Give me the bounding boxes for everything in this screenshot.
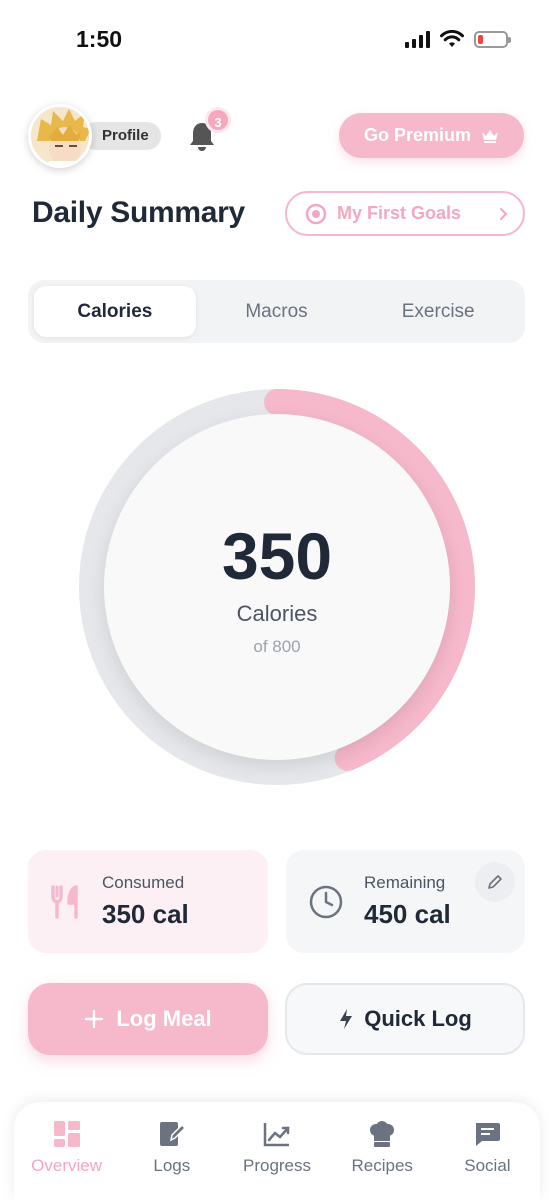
tab-calories[interactable]: Calories bbox=[34, 286, 196, 337]
avatar[interactable] bbox=[28, 104, 92, 168]
nav-logs[interactable]: Logs bbox=[119, 1120, 224, 1200]
nav-overview[interactable]: Overview bbox=[14, 1120, 119, 1200]
tab-macros[interactable]: Macros bbox=[196, 286, 358, 337]
nav-progress-label: Progress bbox=[242, 1156, 312, 1175]
chart-icon bbox=[263, 1123, 290, 1147]
calorie-progress-ring: 350 Calories of 800 bbox=[78, 388, 476, 786]
crown-icon bbox=[482, 129, 499, 143]
chef-hat-icon bbox=[370, 1121, 395, 1147]
dashboard-icon bbox=[53, 1121, 80, 1147]
notebook-pen-icon bbox=[159, 1122, 186, 1146]
battery-icon bbox=[474, 30, 511, 48]
summary-tabs: Calories Macros Exercise bbox=[28, 280, 525, 343]
nav-social-label: Social bbox=[464, 1156, 511, 1175]
nav-overview-label: Overview bbox=[31, 1156, 103, 1175]
fork-knife-icon bbox=[51, 884, 78, 919]
go-premium-button[interactable]: Go Premium bbox=[339, 113, 524, 158]
remaining-card: Remaining 450 cal bbox=[286, 850, 525, 953]
calories-goal: of 800 bbox=[253, 637, 301, 656]
go-premium-label: Go Premium bbox=[363, 125, 472, 145]
notification-badge: 3 bbox=[205, 107, 231, 133]
calories-unit: Calories bbox=[236, 601, 318, 626]
ring-center: 350 Calories of 800 bbox=[104, 414, 450, 760]
quick-log-label: Quick Log bbox=[364, 1006, 472, 1031]
clock-icon bbox=[309, 885, 343, 918]
bottom-nav: Overview Logs Progress Recipes Social bbox=[14, 1102, 540, 1200]
chat-icon bbox=[476, 1123, 501, 1146]
consumed-label: Consumed bbox=[102, 873, 185, 892]
chevron-right-icon bbox=[500, 207, 508, 220]
signal-icon bbox=[405, 30, 430, 48]
nav-progress[interactable]: Progress bbox=[224, 1120, 329, 1200]
plus-icon bbox=[85, 1009, 104, 1029]
consumed-card: Consumed 350 cal bbox=[28, 850, 268, 953]
tab-exercise[interactable]: Exercise bbox=[357, 286, 519, 337]
calories-value: 350 bbox=[221, 519, 333, 593]
log-meal-label: Log Meal bbox=[116, 1006, 212, 1031]
nav-logs-label: Logs bbox=[153, 1156, 191, 1175]
log-meal-button[interactable]: Log Meal bbox=[28, 983, 268, 1055]
remaining-value: 450 cal bbox=[364, 899, 451, 929]
status-icons bbox=[405, 30, 511, 48]
quick-log-button[interactable]: Quick Log bbox=[285, 983, 525, 1055]
my-first-goals-button[interactable]: My First Goals bbox=[285, 191, 525, 236]
lightning-icon bbox=[340, 1009, 353, 1029]
profile-label[interactable]: Profile bbox=[82, 122, 161, 150]
consumed-value: 350 cal bbox=[102, 899, 189, 929]
nav-recipes-label: Recipes bbox=[351, 1156, 413, 1175]
target-icon bbox=[305, 203, 327, 224]
nav-recipes[interactable]: Recipes bbox=[330, 1120, 435, 1200]
my-first-goals-label: My First Goals bbox=[337, 203, 462, 223]
nav-social[interactable]: Social bbox=[435, 1120, 540, 1200]
wifi-icon bbox=[440, 30, 464, 47]
edit-button[interactable] bbox=[475, 862, 515, 902]
page-title: Daily Summary bbox=[32, 196, 245, 229]
remaining-label: Remaining bbox=[364, 873, 446, 892]
status-time: 1:50 bbox=[76, 26, 123, 52]
pencil-icon bbox=[488, 875, 502, 889]
status-bar: 1:50 bbox=[0, 0, 554, 80]
